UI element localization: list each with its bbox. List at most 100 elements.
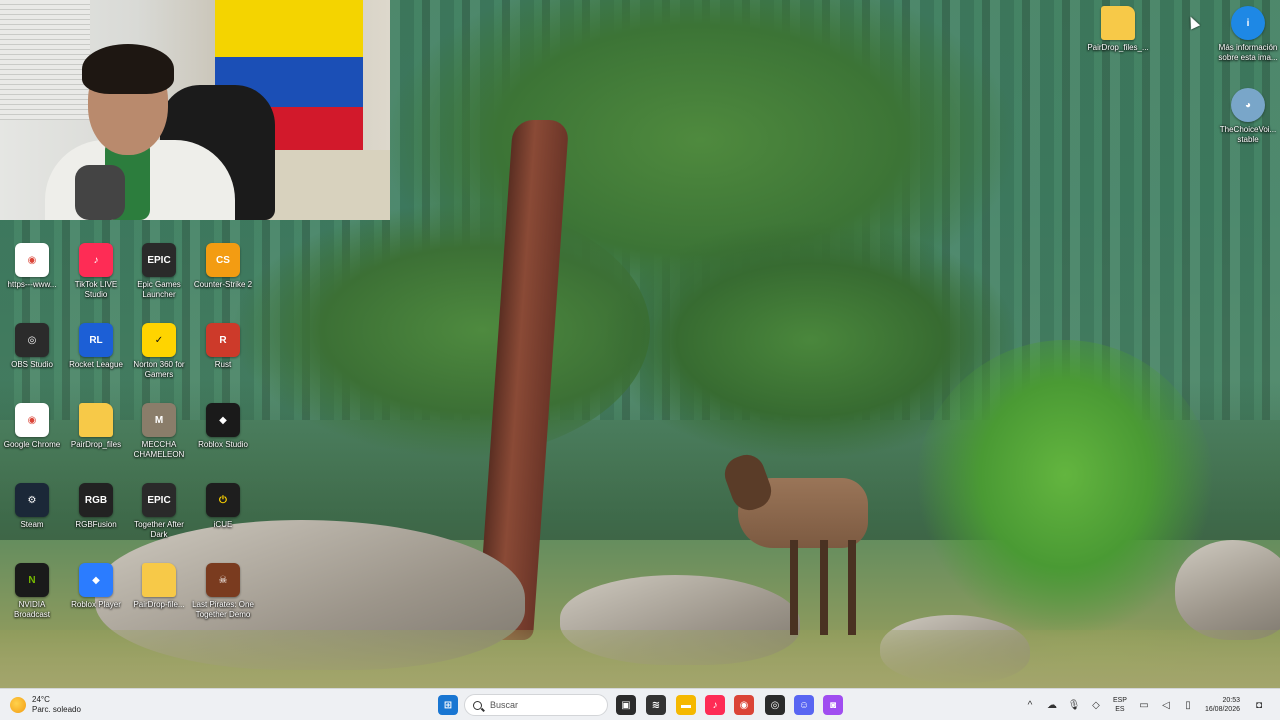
the-choice-voice-icon: ◕ <box>1231 88 1265 122</box>
desktop-icon[interactable]: RL Rocket League <box>64 323 128 370</box>
desktop-icon[interactable]: PairDrop_files_... <box>1086 6 1150 53</box>
desktop-icon-label: RGBFusion <box>75 520 117 529</box>
clock[interactable]: 20:53 16/08/2026 <box>1205 696 1240 714</box>
shield-icon[interactable]: ◇ <box>1090 699 1102 711</box>
obs-icon[interactable]: ◎ <box>765 695 785 715</box>
desktop-icon-label: PairDrop-file... <box>133 600 185 609</box>
language-bottom: ES <box>1115 706 1125 713</box>
system-tray: ^ ☁ 🎙 ◇ ESP ES ▭ ◁ ▯ 20:53 16/08/2026 ◘ <box>1019 689 1270 720</box>
norton-icon: ✓ <box>142 323 176 357</box>
rocket-league-icon: RL <box>79 323 113 357</box>
desktop-icon-label: PairDrop_files <box>70 440 122 449</box>
desktop-icon-label: Rocket League <box>69 360 123 369</box>
epic-games-icon: EPIC <box>142 243 176 277</box>
folder-icon <box>1101 6 1135 40</box>
webcam-overlay <box>0 0 390 220</box>
rust-icon: R <box>206 323 240 357</box>
rgb-fusion-icon: RGB <box>79 483 113 517</box>
search-placeholder: Buscar <box>490 700 519 710</box>
desktop-icon[interactable]: N NVIDIA Broadcast <box>0 563 64 620</box>
counter-strike-icon: CS <box>206 243 240 277</box>
clock-date: 16/08/2026 <box>1204 706 1240 713</box>
desktop-icon[interactable]: ◎ OBS Studio <box>0 323 64 370</box>
desktop-icon-label: MECCHA CHAMELEON <box>133 440 185 459</box>
microphone <box>75 165 125 220</box>
tiktok-live-icon[interactable]: ♪ <box>705 695 725 715</box>
desktop-icon-label: Roblox Studio <box>198 440 248 449</box>
desktop-icon-label: Norton 360 for Gamers <box>133 360 185 379</box>
language-top: ESP <box>1112 697 1127 704</box>
desktop-icon-label: Roblox Player <box>71 600 121 609</box>
desktop-icon-label: Last Pirates: One Together Demo <box>192 600 254 619</box>
streamer-hair <box>82 44 174 94</box>
chevron-up-icon[interactable]: ^ <box>1024 699 1036 711</box>
desktop-icon[interactable]: EPIC Together After Dark <box>127 483 191 540</box>
volume-icon[interactable]: ◁ <box>1160 699 1172 711</box>
meccha-chameleon-icon: M <box>142 403 176 437</box>
desktop-icon[interactable]: ✓ Norton 360 for Gamers <box>127 323 191 380</box>
desktop-icon[interactable]: EPIC Epic Games Launcher <box>127 243 191 300</box>
desktop-icon[interactable]: ⚙ Steam <box>0 483 64 530</box>
last-pirates-icon: ☠ <box>206 563 240 597</box>
desktop-icon[interactable]: ⏻ iCUE <box>191 483 255 530</box>
google-chrome-icon[interactable]: ◉ <box>734 695 754 715</box>
battery-icon[interactable]: ▯ <box>1182 699 1194 711</box>
epic-games-icon: EPIC <box>142 483 176 517</box>
desktop-icon[interactable]: M MECCHA CHAMELEON <box>127 403 191 460</box>
image-info-icon: i <box>1231 6 1265 40</box>
desktop-icon[interactable]: ◕ TheChoiceVoi... stable <box>1216 88 1280 145</box>
desktop-icon[interactable]: ♪ TikTok LIVE Studio <box>64 243 128 300</box>
desktop-icon[interactable]: R Rust <box>191 323 255 370</box>
search-icon <box>473 700 482 710</box>
desktop-icon[interactable]: ☠ Last Pirates: One Together Demo <box>191 563 255 620</box>
desktop-icon-label: Together After Dark <box>134 520 184 539</box>
folder-icon <box>79 403 113 437</box>
desktop-icon-label: Más información sobre esta ima... <box>1218 43 1278 62</box>
roblox-player-icon: ◆ <box>79 563 113 597</box>
steam-icon: ⚙ <box>15 483 49 517</box>
desktop-icon-label: iCUE <box>213 520 233 529</box>
icue-icon: ⏻ <box>206 483 240 517</box>
desktop-icon-label: Counter-Strike 2 <box>193 280 253 289</box>
desktop-icon-label: Google Chrome <box>3 440 61 449</box>
windows-start-icon[interactable]: ⊞ <box>438 695 458 715</box>
desktop-icon-label: https---www... <box>7 280 57 289</box>
obs-icon: ◎ <box>15 323 49 357</box>
notification-bell-icon[interactable]: ◘ <box>1253 699 1265 711</box>
folder-icon <box>142 563 176 597</box>
window-blinds <box>0 0 90 120</box>
language-indicator[interactable]: ESP ES <box>1113 696 1127 714</box>
google-chrome-icon: ◉ <box>15 403 49 437</box>
microphone-icon[interactable]: 🎙 <box>1068 699 1081 711</box>
taskbar-search-box[interactable]: Buscar <box>464 694 608 716</box>
cloud-icon[interactable]: ☁ <box>1046 699 1058 711</box>
desktop-icon-label: Steam <box>20 520 44 529</box>
desktop-icon[interactable]: PairDrop-file... <box>127 563 191 610</box>
desktop-icon-label: OBS Studio <box>11 360 53 369</box>
camera-app-icon[interactable]: ◙ <box>823 695 843 715</box>
desktop-icon[interactable]: RGB RGBFusion <box>64 483 128 530</box>
nvidia-broadcast-icon: N <box>15 563 49 597</box>
desktop-icon-label: TikTok LIVE Studio <box>74 280 118 299</box>
weather-widget[interactable]: 24°C Parc. soleado <box>10 689 81 720</box>
file-explorer-icon[interactable]: ▬ <box>676 695 696 715</box>
weather-temperature: 24°C <box>32 695 50 704</box>
widgets-icon[interactable]: ≋ <box>646 695 666 715</box>
desktop-icon[interactable]: ◉ https---www... <box>0 243 64 290</box>
desktop-icon-label: PairDrop_files_... <box>1087 43 1149 52</box>
task-view-icon[interactable]: ▣ <box>616 695 636 715</box>
desktop-icon-label: Rust <box>214 360 232 369</box>
chrome-shortcut-icon: ◉ <box>15 243 49 277</box>
desktop-icon[interactable]: ◆ Roblox Studio <box>191 403 255 450</box>
network-icon[interactable]: ▭ <box>1138 699 1150 711</box>
taskbar: 24°C Parc. soleado ⊞ ▣ ≋ ▬ ♪ ◉ ◎ ☺ ◙ Buscar ^ ☁ … <box>0 688 1280 720</box>
desktop-icon[interactable]: i Más información sobre esta ima... <box>1216 6 1280 63</box>
desktop-icon[interactable]: CS Counter-Strike 2 <box>191 243 255 290</box>
discord-icon[interactable]: ☺ <box>794 695 814 715</box>
desktop-icon-label: TheChoiceVoi... stable <box>1219 125 1277 144</box>
desktop-icon[interactable]: ◉ Google Chrome <box>0 403 64 450</box>
desktop-icon[interactable]: PairDrop_files <box>64 403 128 450</box>
desktop-icon[interactable]: ◆ Roblox Player <box>64 563 128 610</box>
roblox-studio-icon: ◆ <box>206 403 240 437</box>
clock-time: 20:53 <box>1222 697 1240 704</box>
